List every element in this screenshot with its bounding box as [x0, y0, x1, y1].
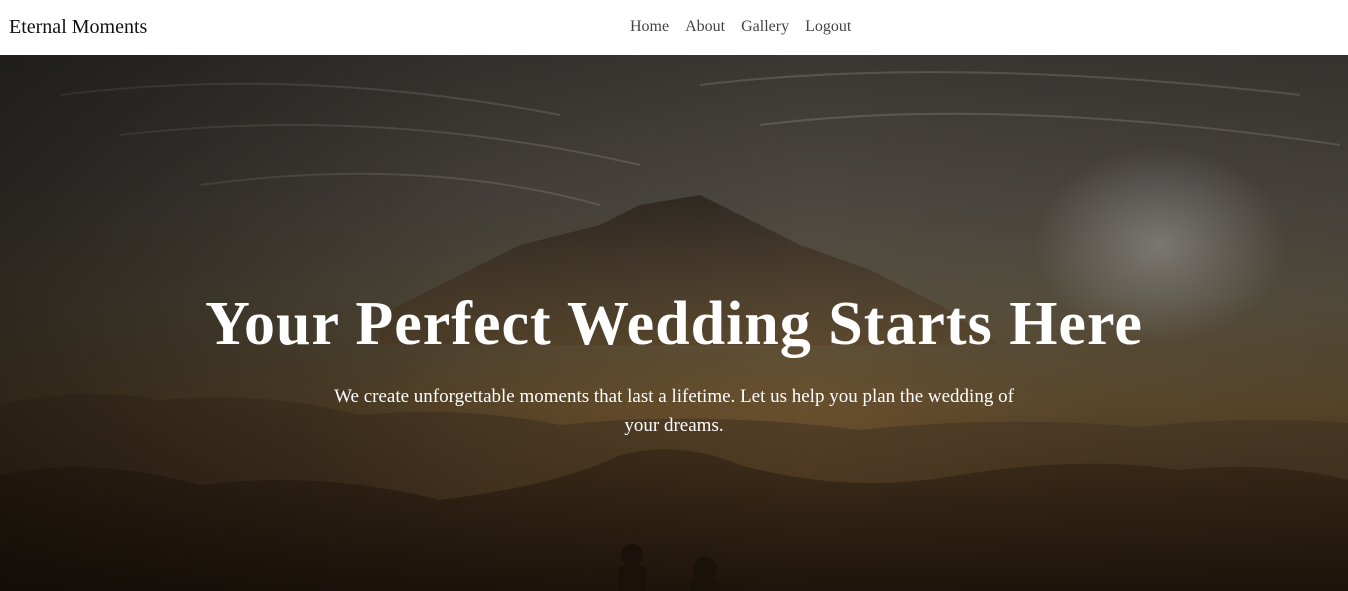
nav-item-logout: Logout [805, 17, 851, 37]
nav-link-gallery[interactable]: Gallery [741, 18, 789, 35]
nav-item-gallery: Gallery [741, 17, 789, 37]
top-navbar: Eternal Moments Home About Gallery Logou… [0, 0, 1348, 55]
hero-title: Your Perfect Wedding Starts Here [205, 290, 1143, 358]
nav-link-about[interactable]: About [685, 18, 725, 35]
hero-subtitle: We create unforgettable moments that las… [334, 386, 1014, 436]
nav-item-home: Home [630, 17, 669, 37]
nav-item-about: About [685, 17, 725, 37]
nav-link-home[interactable]: Home [630, 18, 669, 35]
hero-section: Your Perfect Wedding Starts Here We crea… [0, 55, 1348, 591]
nav-link-logout[interactable]: Logout [805, 18, 851, 35]
brand-logo-link[interactable]: Eternal Moments [9, 15, 147, 39]
nav-links: Home About Gallery Logout [630, 17, 851, 37]
